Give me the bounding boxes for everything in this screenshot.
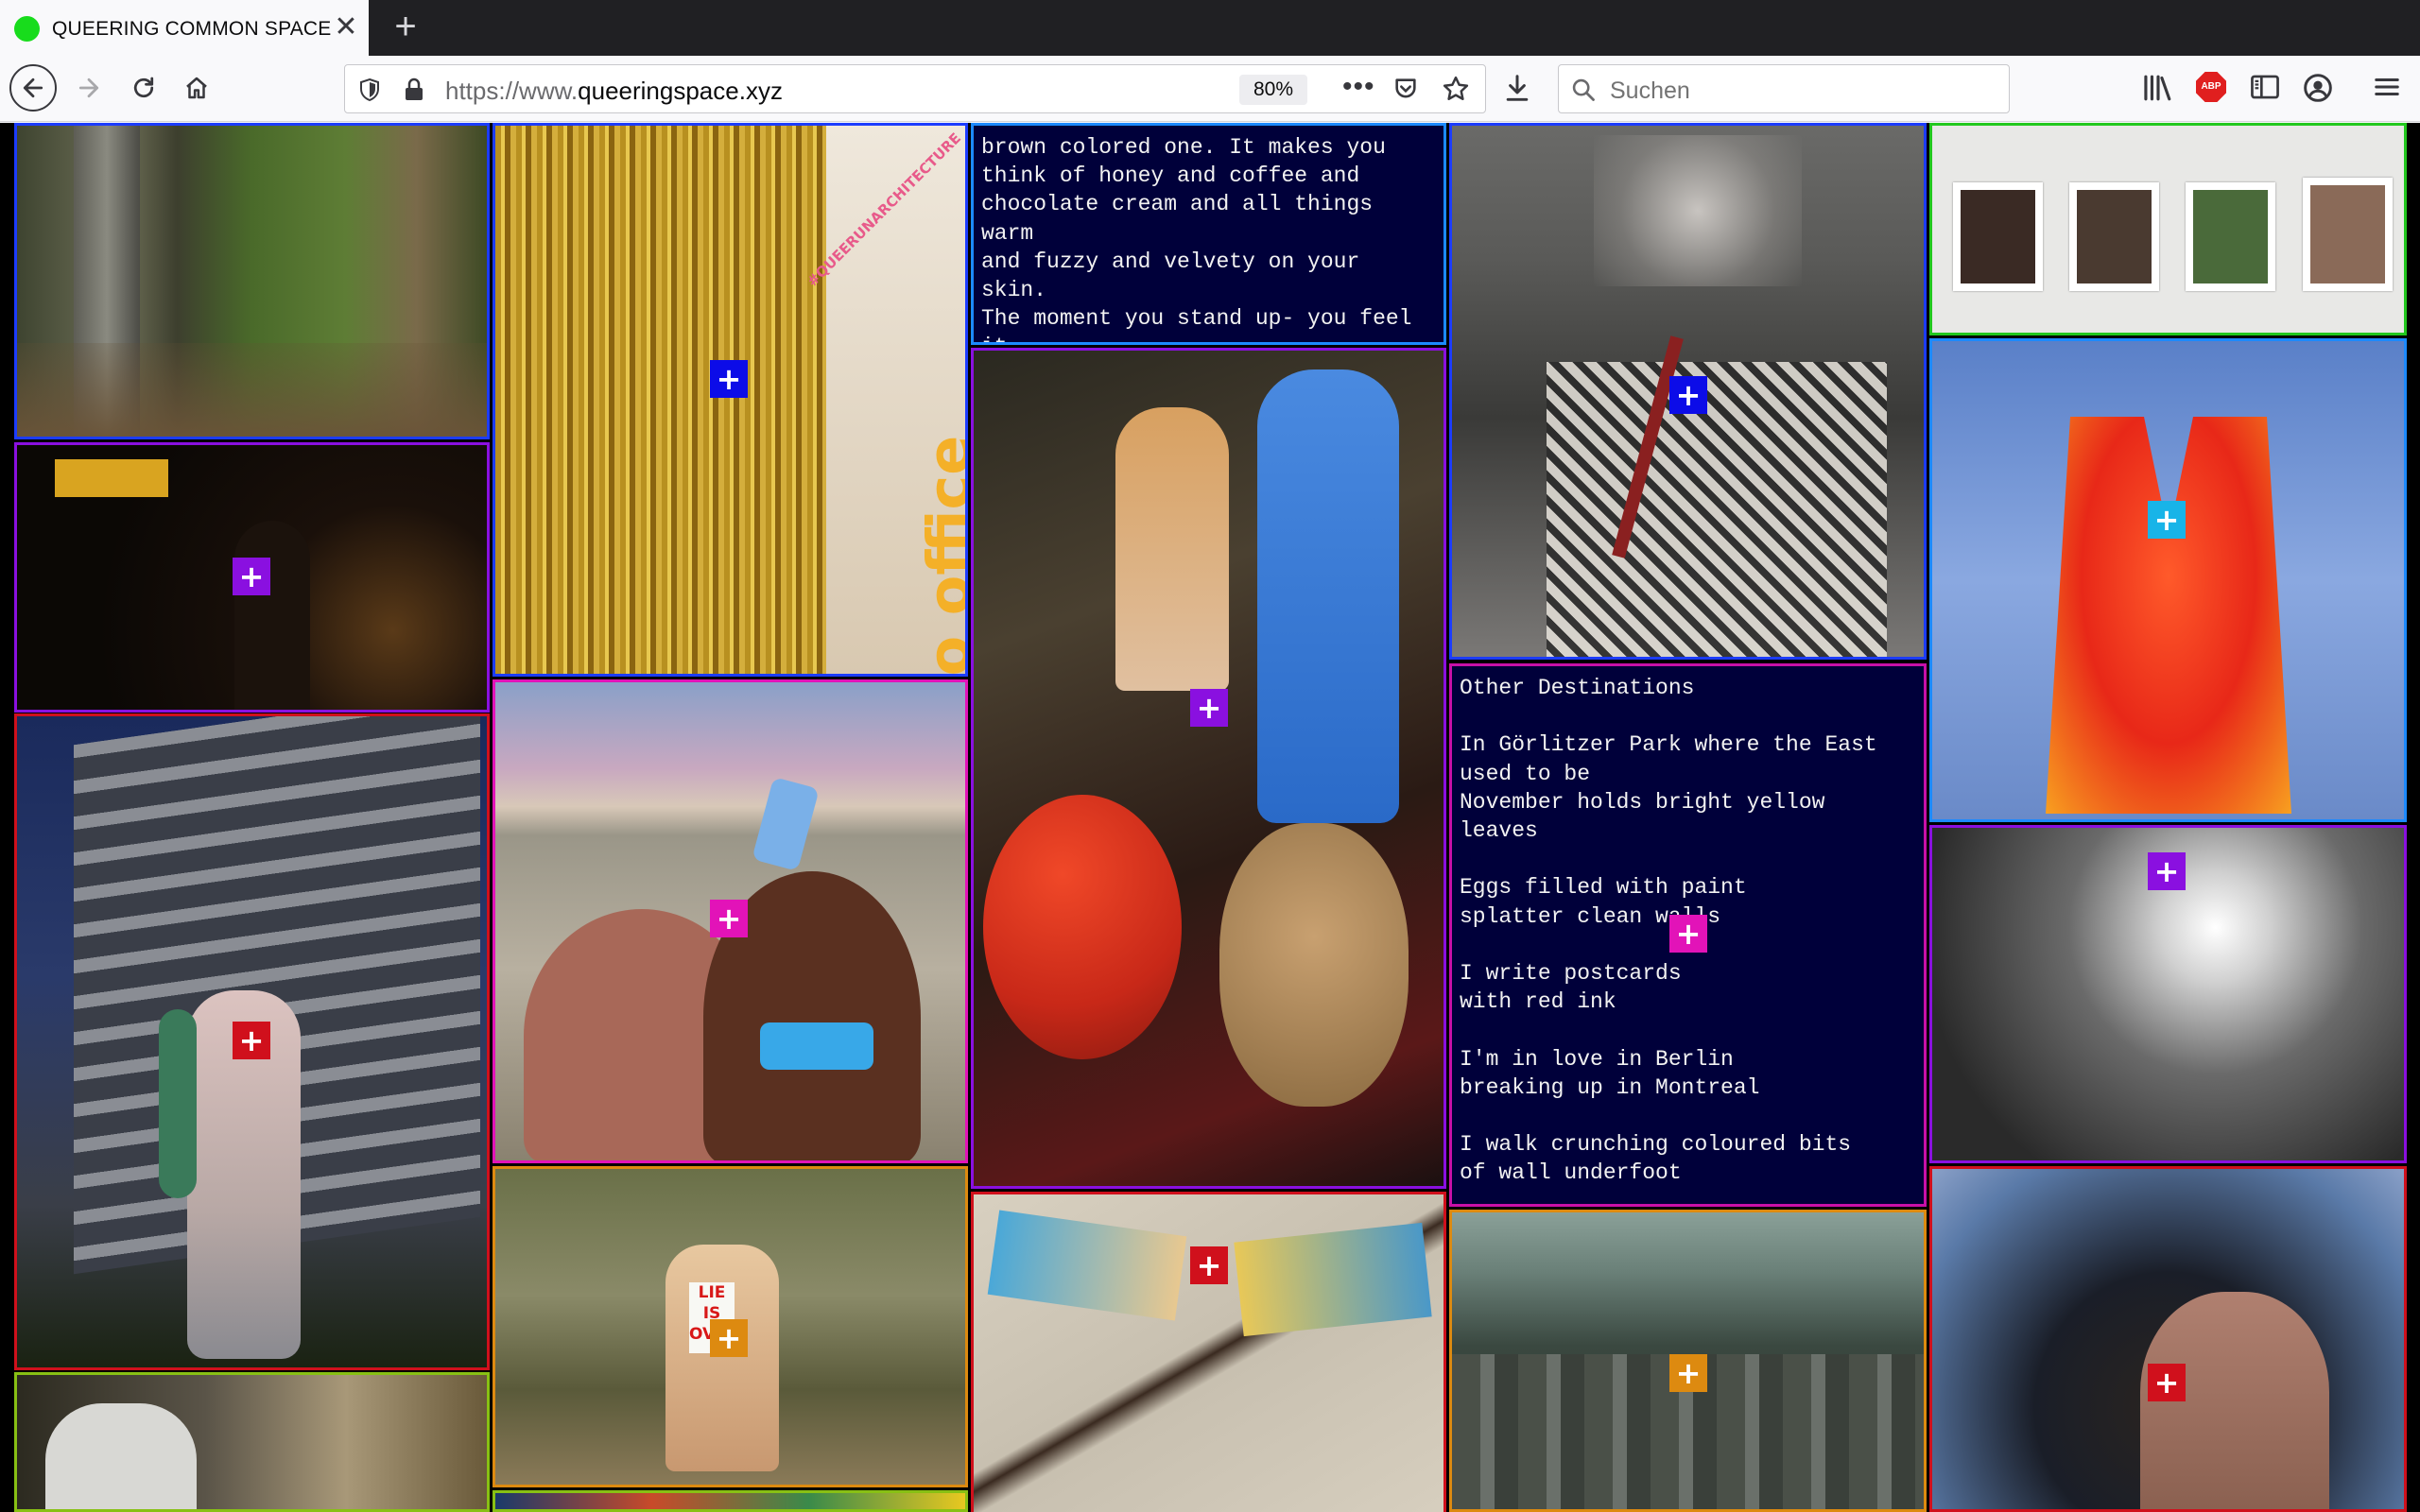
active-tab[interactable]: QUEERING COMMON SPACE ✕ [0,0,369,56]
lock-icon[interactable] [404,77,424,102]
search-input[interactable]: Suchen [1610,77,1690,105]
page-actions-icon[interactable]: ••• [1342,71,1375,103]
photo-disco-office[interactable]: My disco office #QUEERUNARCHITECTURE [493,123,968,677]
two-figures-shape [666,1245,779,1471]
forward-button[interactable] [66,65,112,111]
photo-photo-album[interactable] [971,1192,1446,1512]
disco-office-text: My disco office [915,416,966,674]
forward-arrow-icon [78,77,99,98]
polaroid-1 [1953,182,2043,291]
person-silhouette-shape [234,521,310,710]
photo-tree-trunk[interactable] [14,123,490,439]
keffiyeh-pattern-shape [1547,362,1887,657]
sidebar-icon[interactable] [2250,73,2280,101]
photo-tattoo-portrait[interactable] [1929,1166,2407,1512]
shop-sign-shape [55,459,168,497]
url-text[interactable]: https://www.queeringspace.xyz [445,77,783,106]
reload-icon [133,77,154,98]
favicon-icon [14,16,40,42]
pocket-icon[interactable] [1392,76,1419,102]
new-tab-button[interactable]: + [388,8,424,45]
photo-drag-performers[interactable] [971,348,1446,1189]
tracking-shield-icon[interactable] [358,77,381,102]
blue-bodysuit-shape [1257,369,1399,823]
bookmark-star-icon[interactable] [1442,75,1470,103]
green-hair-shape [159,1009,197,1198]
account-icon[interactable] [2303,73,2333,103]
album-photo-right [1234,1222,1432,1337]
tattooed-figure-shape [2140,1292,2329,1509]
expand-plus-button[interactable]: + [233,1022,270,1059]
tab-title: QUEERING COMMON SPACE [52,18,332,40]
back-arrow-icon [23,77,43,98]
photo-interior-bottom[interactable] [14,1372,490,1512]
leopard-figure-shape [1219,823,1409,1107]
expand-plus-button[interactable]: + [1190,689,1228,727]
home-button[interactable] [174,65,219,111]
polaroid-4 [2303,178,2393,291]
expand-plus-button[interactable]: + [710,360,748,398]
search-bar[interactable]: Suchen [1558,64,2010,113]
expand-plus-button[interactable]: + [710,1319,748,1357]
expand-plus-button[interactable]: + [1190,1246,1228,1284]
navigation-toolbar: https://www.queeringspace.xyz 80% ••• Su… [0,56,2420,122]
smoke-cloud-shape [1594,135,1802,286]
photo-polaroids[interactable] [1929,123,2407,335]
search-icon [1572,78,1595,101]
menu-icon[interactable] [2373,73,2401,101]
polaroid-2 [2069,182,2159,291]
expand-plus-button[interactable]: + [1669,915,1707,953]
blonde-figure-shape [1115,407,1229,691]
red-wig-shape [983,795,1182,1059]
album-photo-left [987,1210,1187,1321]
download-icon[interactable] [1503,73,1531,103]
expand-plus-button[interactable]: + [1669,376,1707,414]
photo-red-hair-mirror[interactable] [1929,338,2407,822]
expand-plus-button[interactable]: + [710,900,748,937]
white-cloth-shape [45,1403,197,1509]
mirrored-figure-shape [2046,417,2291,814]
bikini-top-shape [760,1022,873,1070]
tab-close-icon[interactable]: ✕ [333,13,359,42]
page-content: My disco office #QUEERUNARCHITECTURE LIE… [0,123,2420,1512]
leaf-ground-shape [17,343,487,437]
zoom-level-badge[interactable]: 80% [1239,75,1307,105]
library-icon[interactable] [2142,73,2174,103]
home-icon [186,77,207,99]
expand-plus-button[interactable]: + [2148,852,2186,890]
polaroid-3 [2186,182,2275,291]
expand-plus-button[interactable]: + [1669,1354,1707,1392]
tab-strip: QUEERING COMMON SPACE ✕ + [0,0,2420,56]
url-bar[interactable]: https://www.queeringspace.xyz 80% ••• [344,64,1486,113]
phone-shape [752,777,820,871]
expand-plus-button[interactable]: + [2148,501,2186,539]
adblock-plus-icon[interactable]: ABP [2196,72,2226,102]
back-button[interactable] [9,64,57,112]
poem-text-block-1: brown colored one. It makes you think of… [971,123,1446,345]
expand-plus-button[interactable]: + [233,558,270,595]
reload-button[interactable] [121,65,166,111]
photo-mural-bottom[interactable] [493,1490,968,1512]
expand-plus-button[interactable]: + [2148,1364,2186,1401]
